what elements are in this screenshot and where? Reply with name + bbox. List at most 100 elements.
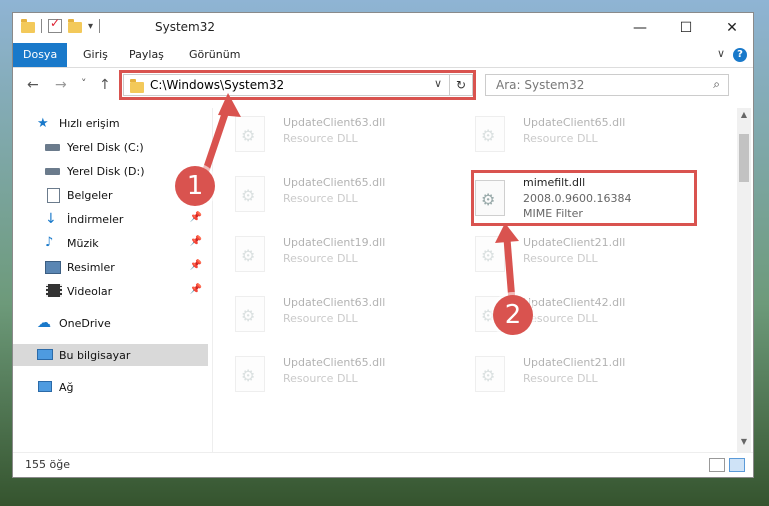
- videos-icon: [45, 284, 62, 298]
- network-icon: [37, 380, 53, 394]
- tab-share[interactable]: Paylaş: [119, 43, 174, 67]
- search-input[interactable]: Ara: System32: [496, 78, 584, 92]
- cloud-icon: ☁: [37, 315, 51, 331]
- navigation-bar: ← → ˅ ↑ C:\Windows\System32 ∨ ↻ Ara: Sys…: [13, 68, 753, 102]
- ribbon-tabs: Dosya Giriş Paylaş Görünüm ∨ ?: [13, 43, 753, 68]
- callout-2: 2: [493, 295, 533, 335]
- sidebar-item-onedrive[interactable]: ☁ OneDrive: [13, 312, 208, 334]
- tab-file[interactable]: Dosya: [13, 43, 68, 67]
- file-item[interactable]: ⚙ UpdateClient21.dll Resource DLL: [455, 352, 675, 396]
- sidebar-item-drive-c[interactable]: Yerel Disk (C:): [13, 136, 208, 158]
- folder-icon: [21, 18, 35, 33]
- sidebar-item-videos[interactable]: Videolar 📌: [13, 280, 208, 302]
- callout-1: 1: [175, 166, 215, 206]
- navigation-pane: ★ Hızlı erişim Yerel Disk (C:) Yerel Dis…: [13, 108, 208, 448]
- file-type: Resource DLL: [523, 372, 598, 385]
- star-icon: ★: [37, 116, 49, 131]
- sidebar-item-label: Resimler: [67, 260, 115, 274]
- scroll-up-icon[interactable]: ▲: [737, 110, 751, 124]
- file-item[interactable]: ⚙ UpdateClient65.dll Resource DLL: [455, 112, 675, 156]
- file-type: Resource DLL: [523, 252, 598, 265]
- music-icon: ♪: [45, 235, 54, 250]
- window-title: System32: [155, 20, 216, 34]
- pin-icon[interactable]: 📌: [190, 212, 202, 223]
- file-type: Resource DLL: [283, 132, 358, 145]
- pane-divider[interactable]: [212, 108, 213, 453]
- file-item[interactable]: ⚙ UpdateClient19.dll Resource DLL: [215, 232, 435, 276]
- file-name: UpdateClient63.dll: [283, 116, 386, 129]
- address-highlight-box: [119, 70, 476, 100]
- sidebar-item-quick-access[interactable]: ★ Hızlı erişim: [13, 112, 208, 134]
- recent-locations-button[interactable]: ˅: [81, 77, 87, 90]
- tab-home[interactable]: Giriş: [73, 43, 118, 67]
- scroll-thumb[interactable]: [739, 134, 749, 182]
- file-name: UpdateClient19.dll: [283, 236, 386, 249]
- minimize-button[interactable]: —: [617, 13, 663, 43]
- customize-qat-icon[interactable]: ▾: [88, 21, 93, 32]
- vertical-scrollbar[interactable]: ▲ ▼: [737, 108, 751, 453]
- close-button[interactable]: ✕: [709, 13, 753, 43]
- file-type: Resource DLL: [523, 312, 598, 325]
- sidebar-item-music[interactable]: ♪ Müzik 📌: [13, 232, 208, 254]
- sidebar-item-label: Hızlı erişim: [59, 116, 120, 130]
- item-count: 155 öğe: [25, 458, 70, 471]
- pictures-icon: [45, 260, 61, 274]
- large-icons-view-icon[interactable]: [729, 458, 745, 472]
- status-bar: 155 öğe: [13, 452, 753, 477]
- search-box[interactable]: Ara: System32 ⌕: [485, 74, 729, 96]
- pin-icon[interactable]: 📌: [190, 260, 202, 271]
- sidebar-item-label: Belgeler: [67, 188, 113, 202]
- pin-icon[interactable]: 📌: [190, 284, 202, 295]
- file-item[interactable]: ⚙ UpdateClient63.dll Resource DLL: [215, 292, 435, 336]
- file-item[interactable]: ⚙ UpdateClient63.dll Resource DLL: [215, 112, 435, 156]
- pin-icon[interactable]: 📌: [190, 236, 202, 247]
- search-icon[interactable]: ⌕: [713, 77, 720, 92]
- sidebar-item-label: İndirmeler: [67, 212, 124, 226]
- properties-icon[interactable]: [48, 16, 62, 33]
- sidebar-item-label: Yerel Disk (C:): [67, 140, 144, 154]
- sidebar-item-label: Bu bilgisayar: [59, 348, 131, 362]
- dll-file-icon: ⚙: [475, 356, 505, 392]
- sidebar-item-label: Videolar: [67, 284, 113, 298]
- details-view-icon[interactable]: [709, 458, 725, 472]
- file-highlight-box: [471, 170, 697, 226]
- file-type: Resource DLL: [283, 252, 358, 265]
- file-name: UpdateClient63.dll: [283, 296, 386, 309]
- back-button[interactable]: ←: [27, 77, 39, 93]
- file-name: UpdateClient21.dll: [523, 356, 626, 369]
- scroll-down-icon[interactable]: ▼: [737, 437, 751, 451]
- help-icon[interactable]: ?: [733, 48, 747, 62]
- file-name: UpdateClient42.dll: [523, 296, 626, 309]
- file-item[interactable]: ⚙ UpdateClient42.dll Resource DLL: [455, 292, 675, 336]
- toolbar-divider: [41, 19, 42, 33]
- dll-file-icon: ⚙: [235, 236, 265, 272]
- sidebar-item-network[interactable]: Ağ: [13, 376, 208, 398]
- explorer-window: ▾ System32 — ☐ ✕ Dosya Giriş Paylaş Görü…: [12, 12, 754, 478]
- drive-icon: [45, 140, 61, 154]
- tab-view[interactable]: Görünüm: [179, 43, 250, 67]
- new-folder-icon[interactable]: [68, 18, 82, 33]
- file-name: UpdateClient65.dll: [283, 356, 386, 369]
- file-item[interactable]: ⚙ UpdateClient65.dll Resource DLL: [215, 172, 435, 216]
- quick-access-toolbar: ▾: [21, 16, 101, 33]
- file-type: Resource DLL: [283, 192, 358, 205]
- sidebar-item-label: Yerel Disk (D:): [67, 164, 145, 178]
- maximize-button[interactable]: ☐: [663, 13, 709, 43]
- toolbar-divider: [99, 19, 101, 33]
- file-name: UpdateClient65.dll: [283, 176, 386, 189]
- dll-file-icon: ⚙: [235, 176, 265, 212]
- forward-button[interactable]: →: [55, 77, 67, 93]
- up-button[interactable]: ↑: [99, 77, 111, 93]
- file-type: Resource DLL: [283, 372, 358, 385]
- dll-file-icon: ⚙: [235, 116, 265, 152]
- sidebar-item-this-pc[interactable]: Bu bilgisayar: [13, 344, 208, 366]
- sidebar-item-pictures[interactable]: Resimler 📌: [13, 256, 208, 278]
- expand-ribbon-icon[interactable]: ∨: [717, 47, 725, 60]
- sidebar-item-downloads[interactable]: ↓ İndirmeler 📌: [13, 208, 208, 230]
- documents-icon: [45, 188, 61, 203]
- file-item[interactable]: ⚙ UpdateClient21.dll Resource DLL: [455, 232, 675, 276]
- file-type: Resource DLL: [283, 312, 358, 325]
- sidebar-item-label: OneDrive: [59, 316, 111, 330]
- dll-file-icon: ⚙: [235, 296, 265, 332]
- file-item[interactable]: ⚙ UpdateClient65.dll Resource DLL: [215, 352, 435, 396]
